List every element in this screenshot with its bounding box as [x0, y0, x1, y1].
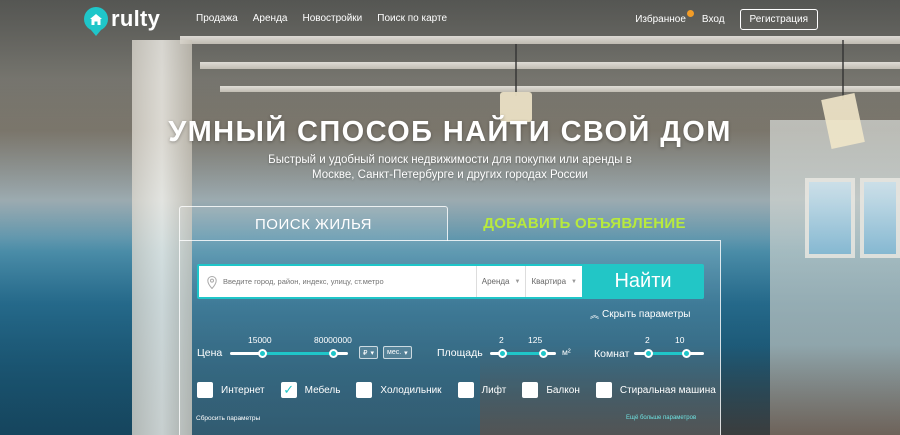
lamp-cord — [842, 40, 844, 100]
logo-text: rulty — [111, 6, 161, 31]
deal-type-select[interactable]: Аренда ▼ — [475, 266, 526, 297]
rooms-min-value: 2 — [645, 335, 650, 345]
search-bar: Аренда ▼ Квартира ▼ — [197, 264, 584, 299]
hero-title: УМНЫЙ СПОСОБ НАЙТИ СВОЙ ДОМ — [168, 116, 732, 148]
reset-params-link[interactable]: Сбросить параметры — [196, 415, 260, 422]
amenity-label: Балкон — [546, 384, 580, 396]
amenities-row: Интернет ✓ Мебель Холодильник Лифт Балко… — [197, 382, 716, 398]
register-button[interactable]: Регистрация — [739, 9, 818, 30]
login-link[interactable]: Вход — [702, 14, 725, 25]
search-input[interactable] — [223, 277, 476, 286]
chevron-down-icon: ▾ — [370, 349, 374, 357]
period-select[interactable]: мес. ▾ — [383, 346, 412, 359]
amenity-label: Лифт — [481, 384, 507, 396]
checkbox[interactable] — [522, 382, 539, 398]
logo[interactable]: rulty — [84, 6, 161, 36]
checkbox[interactable] — [356, 382, 373, 398]
checkbox[interactable] — [595, 382, 612, 398]
more-params-link[interactable]: Ещё больше параметров — [626, 415, 696, 421]
area-min-value: 2 — [499, 335, 504, 345]
rooms-label: Комнат — [594, 348, 630, 360]
price-label: Цена — [197, 347, 223, 359]
background-window — [805, 178, 855, 258]
hide-params-label: Скрыть параметры — [602, 309, 691, 320]
hide-params-toggle[interactable]: ︽ Скрыть параметры — [590, 308, 690, 321]
amenity-balcony[interactable]: Балкон — [522, 382, 580, 398]
period-value: мес. — [387, 349, 402, 356]
favorites-badge — [686, 10, 694, 17]
amenity-label: Мебель — [304, 384, 341, 396]
find-button[interactable]: Найти — [582, 264, 704, 299]
hero-subtitle: Быстрый и удобный поиск недвижимости для… — [230, 153, 670, 183]
favorites-label: Избранное — [635, 14, 686, 25]
checkbox[interactable] — [457, 382, 474, 398]
checkbox[interactable]: ✓ — [280, 382, 297, 398]
lamp-cord — [515, 44, 517, 96]
hero-subtitle-line: Быстрый и удобный поиск недвижимости для… — [268, 154, 632, 166]
area-slider-range — [503, 352, 545, 355]
area-unit: м² — [562, 347, 571, 357]
rooms-slider-range — [649, 352, 687, 355]
currency-select[interactable]: ₽ ▾ — [359, 346, 378, 359]
ceiling-beam — [200, 62, 900, 69]
property-type-select[interactable]: Квартира ▼ — [525, 266, 582, 297]
nav-item-new-buildings[interactable]: Новостройки — [302, 13, 362, 24]
rooms-max-value: 10 — [675, 335, 685, 345]
amenity-internet[interactable]: Интернет — [197, 382, 265, 398]
user-nav: Избранное Вход Регистрация — [635, 9, 818, 30]
chevron-down-icon: ▼ — [571, 278, 577, 285]
nav-item-map-search[interactable]: Поиск по карте — [377, 13, 447, 24]
rooms-slider-track[interactable] — [634, 349, 704, 358]
amenity-washing-machine[interactable]: Стиральная машина — [595, 382, 716, 398]
price-min-value: 15000 — [248, 335, 272, 345]
nav-item-rent[interactable]: Аренда — [253, 13, 288, 24]
chevron-down-icon: ▼ — [514, 278, 521, 285]
price-min-handle[interactable] — [258, 349, 268, 358]
amenity-label: Стиральная машина — [619, 384, 716, 396]
deal-type-value: Аренда — [481, 277, 510, 286]
location-pin-icon — [207, 275, 219, 289]
nav-item-sale[interactable]: Продажа — [196, 13, 238, 24]
area-max-value: 125 — [528, 335, 543, 345]
double-chevron-up-icon: ︽ — [590, 310, 600, 320]
area-slider-track[interactable] — [490, 349, 556, 358]
amenity-elevator[interactable]: Лифт — [457, 382, 507, 398]
favorites-link[interactable]: Избранное — [635, 10, 694, 25]
property-type-value: Квартира — [531, 277, 567, 286]
amenity-furniture[interactable]: ✓ Мебель — [280, 382, 341, 398]
rooms-max-handle[interactable] — [681, 349, 691, 358]
tab-search-housing[interactable]: ПОИСК ЖИЛЬЯ — [179, 206, 448, 241]
chevron-down-icon: ▾ — [404, 349, 408, 357]
amenity-label: Холодильник — [380, 384, 442, 396]
price-slider-range — [263, 352, 334, 355]
house-icon — [84, 7, 108, 36]
currency-value: ₽ — [363, 349, 368, 357]
checkbox[interactable] — [197, 382, 213, 398]
price-slider-track[interactable] — [230, 349, 348, 358]
amenity-label: Интернет — [221, 384, 265, 396]
hero-subtitle-line: Москве, Санкт-Петербурге и других города… — [312, 169, 588, 181]
background-window — [860, 178, 900, 258]
price-max-handle[interactable] — [328, 349, 338, 358]
site-header: rulty Продажа Аренда Новостройки Поиск п… — [0, 0, 900, 38]
area-label: Площадь — [437, 347, 483, 359]
tab-add-listing[interactable]: ДОБАВИТЬ ОБЪЯВЛЕНИЕ — [448, 206, 721, 241]
main-nav: Продажа Аренда Новостройки Поиск по карт… — [196, 13, 447, 24]
amenity-fridge[interactable]: Холодильник — [356, 382, 442, 398]
ceiling-beam — [220, 86, 900, 92]
price-max-value: 80000000 — [314, 335, 352, 345]
